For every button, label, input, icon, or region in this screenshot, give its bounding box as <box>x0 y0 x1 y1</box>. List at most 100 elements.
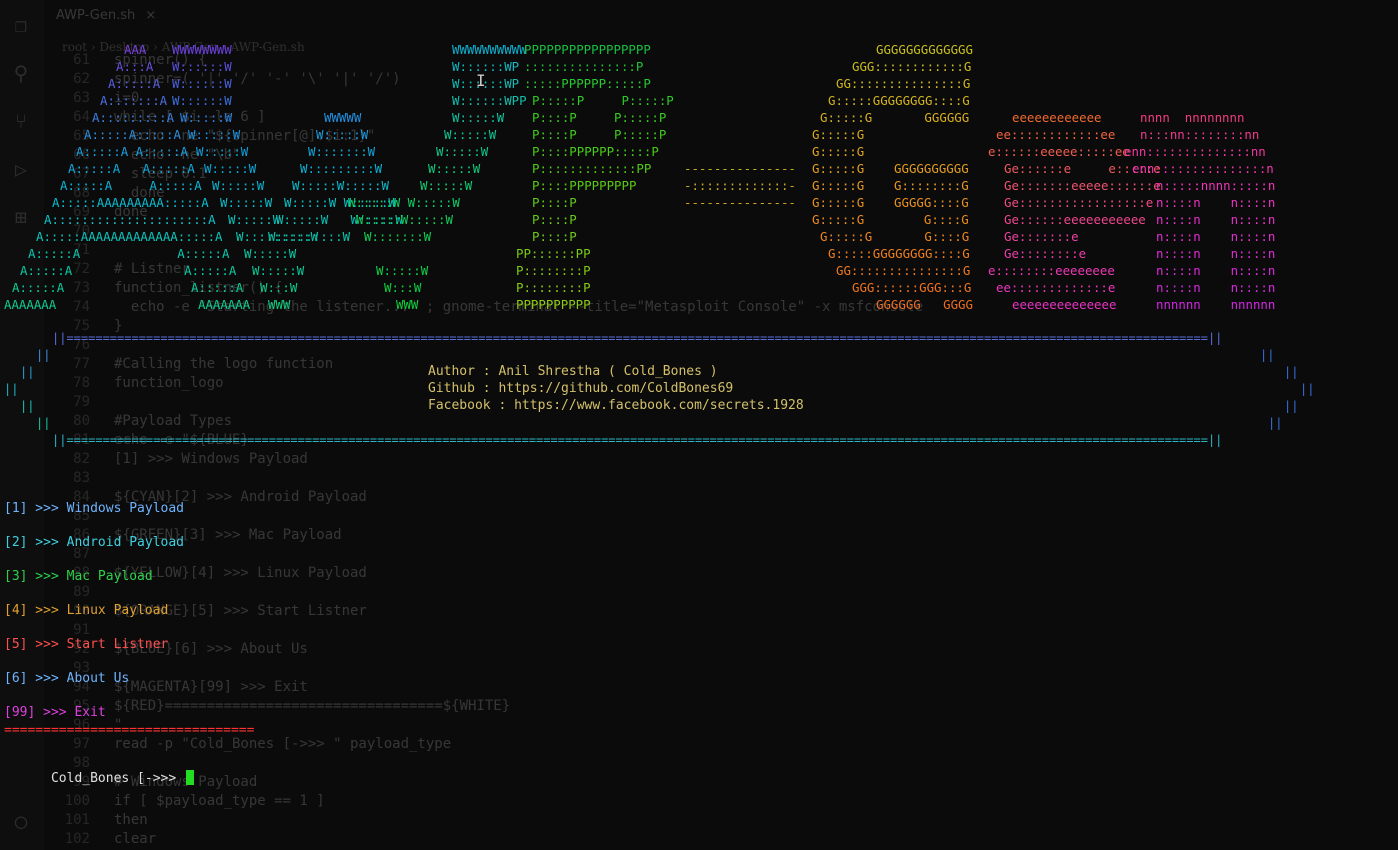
banner-segment-w3: WWW <box>396 297 419 312</box>
banner-segment-n: nnnnnn nnnnnn <box>1156 297 1276 312</box>
banner-segment-w2: W:::::::::W <box>300 161 383 176</box>
banner-segment-w1: W:::::W <box>196 144 249 159</box>
banner-segment-e: eeeeeeeeeeee <box>1012 110 1102 125</box>
banner-segment-dash: --------------- <box>684 161 796 176</box>
banner-segment-w2: W:::::::::W <box>268 229 351 244</box>
banner-segment-w3: W:::::W <box>452 110 505 125</box>
banner-segment-g: GG:::::::::::::::G <box>836 76 971 91</box>
banner-segment-w3: WWWWWWWWWW <box>452 42 527 57</box>
banner-segment-a: A:::::A:::::A <box>84 127 181 142</box>
banner-segment-n: n:::nn::::::::nn <box>1140 127 1260 142</box>
banner-segment-w2: W:::::::W <box>308 144 376 159</box>
banner-segment-g: GGG::::::::::::G <box>852 59 972 74</box>
banner-segment-e: e::::::::eeeeeeee <box>988 263 1115 278</box>
banner-segment-a: A:::::AAAAAAAAAAAAA:::::A <box>36 229 223 244</box>
banner-segment-w2: WWWWW <box>324 110 362 125</box>
banner-segment-n: n::::n n::::n <box>1156 195 1276 210</box>
menu-item: [2] >>> Android Payload <box>4 535 185 550</box>
frame-pipe-left-3: || <box>4 382 19 396</box>
frame-pipe-right-3: || <box>1300 382 1315 396</box>
banner-segment-w1: W::::::W <box>172 93 232 108</box>
banner-segment-p: P::::PPPPPP:::::P <box>532 144 659 159</box>
banner-segment-a: A:::::A A:::::A <box>68 161 195 176</box>
github-line: Github : https://github.com/ColdBones69 <box>428 381 734 396</box>
banner-segment-e: Ge:::::::e <box>1004 229 1079 244</box>
banner-segment-w1: W:::::W <box>212 178 265 193</box>
banner-segment-g: G:::::G G::::G <box>820 229 970 244</box>
banner-segment-p: P:::::P P:::::P <box>532 93 674 108</box>
ibeam-cursor-icon: I <box>476 71 486 90</box>
banner-segment-w1: W:::::W <box>252 263 305 278</box>
frame-pipe-left-1: || <box>36 348 51 362</box>
input-prompt[interactable]: Cold_Bones [->>> <box>4 755 195 801</box>
banner-segment-p: P::::P <box>532 195 577 210</box>
banner-segment-w2: W:::::W <box>316 127 369 142</box>
banner-segment-p: P::::PPPPPPPPP <box>532 178 637 193</box>
banner-segment-a: A:::::::::A <box>92 110 175 125</box>
banner-segment-g: G:::::G GGGGG::::G <box>812 195 969 210</box>
banner-segment-w3: W:::::W W:::::W <box>348 195 460 210</box>
banner-segment-e: e::::::eeeee:::::ee <box>988 144 1130 159</box>
banner-segment-g: GGGGGG GGGG <box>876 297 973 312</box>
banner-segment-a: A:::::A <box>108 76 161 91</box>
banner-segment-e: Ge::::::eeeeeeeeeee <box>1004 212 1146 227</box>
banner-segment-w3: W:::::W:::::W <box>356 212 453 227</box>
banner-segment-a: A:::::A A:::::A <box>76 144 188 159</box>
banner-segment-g: G:::::GGGGGGGG::::G <box>828 93 970 108</box>
banner-segment-w1: W:::W <box>260 280 298 295</box>
banner-segment-p: P::::P P:::::P <box>532 110 667 125</box>
banner-segment-n: n::::n n::::n <box>1156 212 1276 227</box>
banner-segment-p: PPPPPPPPPPPPPPPPP <box>524 42 651 57</box>
banner-segment-g: G:::::G GGGGGG <box>820 110 970 125</box>
banner-segment-a: A:::::A A:::::A <box>60 178 202 193</box>
screen: ❐ ⚲ ⑂ ▷ ⊞ ◯ AWP-Gen.sh × root › Desktop … <box>0 0 1398 850</box>
banner-segment-w1: W:::::W <box>204 161 257 176</box>
banner-segment-dash: --------------- <box>684 195 796 210</box>
banner-segment-g: GG:::::::::::::::G <box>836 263 971 278</box>
menu-item: [99] >>> Exit <box>4 705 106 720</box>
banner-segment-p: :::::::::::::::P <box>524 59 644 74</box>
banner-segment-p: P::::P <box>532 229 577 244</box>
banner-segment-p: PPPPPPPPPP <box>516 297 591 312</box>
menu-separator: ================================ <box>4 723 255 737</box>
frame-pipe-right-5: || <box>1268 416 1283 430</box>
banner-segment-a: A:::::::A <box>100 93 168 108</box>
banner-segment-g: G:::::G <box>812 144 865 159</box>
banner-segment-e: Ge::::::::e <box>1004 246 1087 261</box>
banner-segment-n: enn:::::::::::::::n <box>1132 161 1274 176</box>
banner-segment-a: A:::::::::::::::::::::A <box>44 212 216 227</box>
banner-segment-e: Ge:::::::::::::::::e <box>1004 195 1154 210</box>
terminal[interactable]: AAA A:::A A:::::A A:::::::A A:::::::::A A::::… <box>0 0 1398 850</box>
banner-segment-p: PP::::::PP <box>516 246 591 261</box>
banner-segment-g: G:::::G G::::::::G <box>812 178 969 193</box>
banner-segment-w1: W:::::W <box>244 246 297 261</box>
banner-segment-dash: -:::::::::::::- <box>684 178 796 193</box>
banner-segment-w3: W::::::WPP <box>452 93 527 108</box>
banner-segment-e: eeeeeeeeeeeeee <box>1012 297 1117 312</box>
banner-segment-g: G:::::GGGGGGGG::::G <box>828 246 970 261</box>
frame-pipe-right-1: || <box>1260 348 1275 362</box>
banner-segment-w1: W:::::W <box>228 212 281 227</box>
menu-item: [3] >>> Mac Payload <box>4 569 153 584</box>
banner-segment-p: P::::::::P <box>516 263 591 278</box>
banner-segment-g: G:::::G GGGGGGGGGG <box>812 161 969 176</box>
banner-segment-p: P::::P P:::::P <box>532 127 667 142</box>
banner-segment-w1: W::::::W <box>172 76 232 91</box>
banner-segment-n: n::::n n::::n <box>1156 246 1276 261</box>
terminal-cursor <box>186 770 195 785</box>
banner-segment-w3: W:::::W <box>436 144 489 159</box>
banner-segment-n: n::::n n::::n <box>1156 229 1276 244</box>
banner-segment-n: enn::::::::::::::nn <box>1124 144 1266 159</box>
banner-segment-g: G:::::G G::::G <box>812 212 969 227</box>
banner-segment-a: A:::::A A:::::A <box>12 280 244 295</box>
facebook-line: Facebook : https://www.facebook.com/secr… <box>428 398 804 413</box>
banner-segment-e: ee::::::::::::ee <box>996 127 1116 142</box>
banner-segment-w3: W:::::::W <box>364 229 432 244</box>
banner-segment-g: GGGGGGGGGGGGG <box>876 42 973 57</box>
menu-item: [4] >>> Linux Payload <box>4 603 169 618</box>
frame-pipe-left-5: || <box>36 416 51 430</box>
prompt-label: Cold_Bones [->>> <box>50 771 185 786</box>
banner-segment-a: A:::A <box>116 59 154 74</box>
frame-pipe-left-4: || <box>20 399 35 413</box>
banner-segment-n: n::::n n::::n <box>1156 280 1276 295</box>
